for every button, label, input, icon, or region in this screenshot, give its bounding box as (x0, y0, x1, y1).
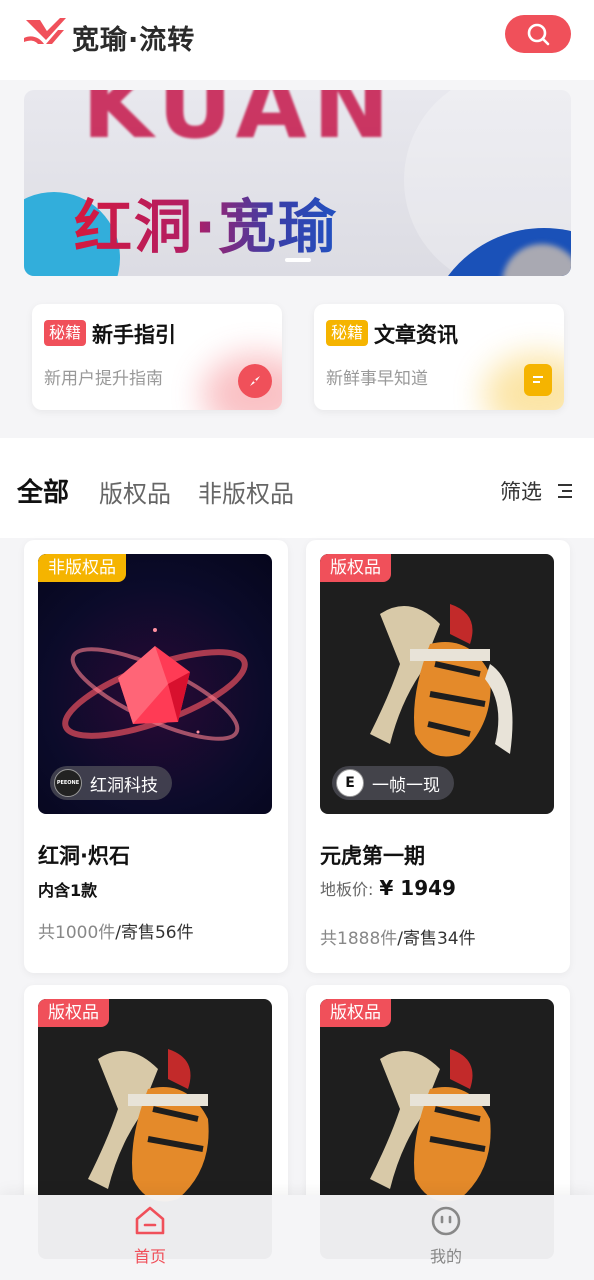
creator-name: 一帧一现 (372, 775, 440, 796)
document-icon (524, 364, 552, 396)
product-name: 元虎第一期 (320, 844, 425, 868)
tab-all[interactable]: 全部 (17, 472, 69, 509)
nav-profile-label: 我的 (429, 1247, 462, 1266)
product-image: 版权品 E 一帧一现 (320, 554, 554, 814)
brand-logo-icon (24, 18, 66, 44)
banner-page-indicator (285, 258, 311, 262)
guide-title: 新手指引 (92, 323, 176, 347)
filter-icon (558, 484, 572, 498)
price-value: ¥ 1949 (379, 876, 456, 900)
guide-card[interactable]: 秘籍 新手指引 新用户提升指南 (32, 304, 282, 410)
price-label: 地板价: (320, 880, 374, 899)
tab-non-copyright[interactable]: 非版权品 (198, 474, 294, 509)
guide-tag: 秘籍 (44, 320, 87, 346)
product-image: 非版权品 PEEONE 红洞科技 (38, 554, 272, 814)
compass-icon (238, 364, 272, 398)
banner-bg-text: KUAN (82, 90, 396, 159)
category-filter-bar: 全部 版权品 非版权品 筛选 (0, 438, 594, 538)
news-card[interactable]: 秘籍 文章资讯 新鲜事早知道 (314, 304, 564, 410)
news-title: 文章资讯 (374, 323, 458, 347)
news-tag: 秘籍 (326, 320, 369, 346)
product-detail: 内含1款 (38, 881, 98, 900)
product-count: 共1000件/寄售56件 (38, 918, 194, 943)
search-button[interactable] (505, 15, 571, 53)
creator-name: 红洞科技 (90, 775, 158, 796)
home-icon (135, 1206, 165, 1235)
product-count: 共1888件/寄售34件 (320, 924, 476, 949)
creator-chip[interactable]: E 一帧一现 (332, 766, 454, 800)
guide-subtitle: 新用户提升指南 (44, 369, 163, 389)
product-floor-price: 地板价: ¥ 1949 (320, 876, 456, 900)
product-badge: 版权品 (320, 554, 391, 582)
profile-icon (431, 1206, 461, 1236)
search-icon (527, 23, 550, 46)
banner-slogan: 红洞·宽瑜 (74, 180, 338, 264)
creator-avatar: PEEONE (54, 769, 82, 797)
nav-home-label: 首页 (133, 1247, 166, 1266)
nav-profile[interactable]: 我的 (406, 1205, 486, 1267)
filter-label: 筛选 (500, 480, 542, 504)
bottom-nav: 首页 我的 (0, 1195, 594, 1280)
product-badge: 版权品 (320, 999, 391, 1027)
news-subtitle: 新鲜事早知道 (326, 369, 428, 389)
creator-chip[interactable]: PEEONE 红洞科技 (50, 766, 172, 800)
product-badge: 非版权品 (38, 554, 126, 582)
product-card[interactable]: 非版权品 PEEONE 红洞科技 红洞·炽石 内含1款 共1000件/寄售56件 (24, 540, 288, 973)
product-total: 共1000件 (38, 923, 116, 943)
promo-banner[interactable]: KUAN 红洞·宽瑜 (24, 90, 571, 276)
product-on-sale: /寄售56件 (115, 923, 194, 943)
nav-home[interactable]: 首页 (110, 1205, 190, 1267)
product-on-sale: /寄售34件 (397, 929, 476, 949)
product-total: 共1888件 (320, 929, 398, 949)
filter-button[interactable]: 筛选 (500, 476, 574, 506)
product-card[interactable]: 版权品 E 一帧一现 元虎第一期 地板价: ¥ 1949 共1888件/寄售34… (306, 540, 570, 973)
creator-avatar: E (336, 769, 364, 797)
tab-copyright[interactable]: 版权品 (99, 474, 171, 509)
app-header: 宽瑜·流转 (0, 0, 594, 80)
product-badge: 版权品 (38, 999, 109, 1027)
product-name: 红洞·炽石 (38, 844, 130, 868)
brand-title: 宽瑜·流转 (72, 25, 196, 56)
